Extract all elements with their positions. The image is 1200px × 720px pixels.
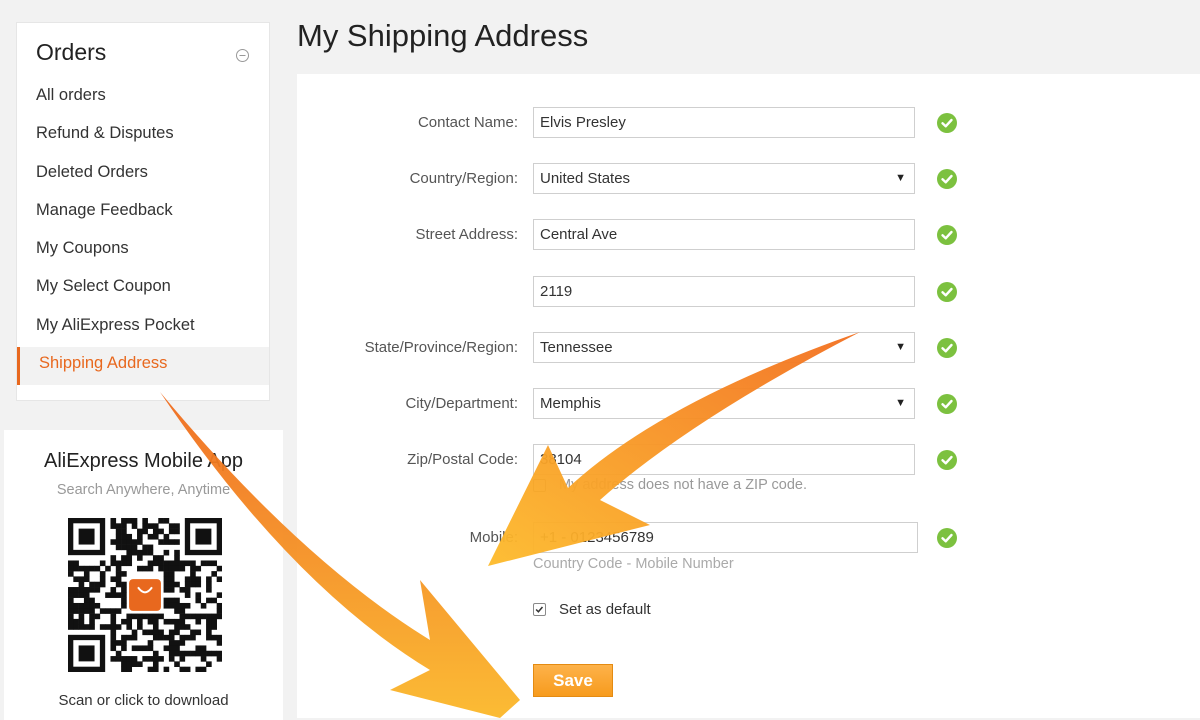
dropdown-caret-icon: ▼ [895, 341, 906, 353]
street-label: Street Address: [415, 226, 518, 243]
check-circle-icon [937, 338, 957, 358]
state-value: Tennessee [540, 339, 613, 356]
street-row: Street Address: Central Ave [297, 219, 1200, 251]
check-circle-icon [937, 528, 957, 548]
set-default-label: Set as default [559, 601, 651, 618]
contact-name-label: Contact Name: [417, 114, 518, 131]
state-label: State/Province/Region: [364, 339, 518, 356]
city-row: City/Department: Memphis ▼ [297, 388, 1200, 420]
sidebar-item-all-orders[interactable]: All orders [17, 79, 269, 117]
sidebar-title: Orders [36, 39, 107, 65]
check-circle-icon [937, 113, 957, 133]
page-title: My Shipping Address [297, 18, 589, 53]
check-circle-icon [937, 450, 957, 470]
country-select[interactable]: United States ▼ [533, 163, 915, 194]
mobile-app-card: AliExpress Mobile App Search Anywhere, A… [4, 430, 283, 720]
country-label: Country/Region: [409, 170, 518, 187]
dropdown-caret-icon: ▼ [895, 172, 906, 184]
orders-menu: All orders Refund & Disputes Deleted Ord… [17, 79, 269, 386]
mobile-row: Mobile: +1 - 0123456789 [297, 522, 1200, 554]
city-value: Memphis [540, 395, 601, 412]
state-select[interactable]: Tennessee ▼ [533, 332, 915, 363]
save-button[interactable]: Save [533, 664, 613, 697]
orders-sidebar: Orders All orders Refund & Disputes Dele… [16, 22, 270, 401]
address-form-panel: Contact Name: Elvis Presley Country/Regi… [297, 74, 1200, 718]
checkmark-icon [535, 606, 544, 613]
check-circle-icon [937, 225, 957, 245]
aliexpress-logo-icon [129, 579, 161, 611]
no-zip-label: My address does not have a ZIP code. [559, 477, 807, 493]
collapse-icon[interactable] [236, 49, 249, 62]
city-label: City/Department: [405, 395, 518, 412]
mobile-hint: Country Code - Mobile Number [533, 556, 734, 572]
check-circle-icon [937, 169, 957, 189]
contact-name-row: Contact Name: Elvis Presley [297, 107, 1200, 139]
contact-name-input[interactable]: Elvis Presley [533, 107, 915, 138]
sidebar-item-aliexpress-pocket[interactable]: My AliExpress Pocket [17, 309, 269, 347]
sidebar-item-deleted-orders[interactable]: Deleted Orders [17, 156, 269, 194]
sidebar-item-manage-feedback[interactable]: Manage Feedback [17, 194, 269, 232]
sidebar-item-my-coupons[interactable]: My Coupons [17, 232, 269, 270]
no-zip-checkbox[interactable] [533, 479, 546, 492]
zip-label: Zip/Postal Code: [407, 451, 518, 468]
country-value: United States [540, 170, 631, 187]
app-download-link[interactable]: Scan or click to download [4, 692, 283, 709]
sidebar-item-my-select-coupon[interactable]: My Select Coupon [17, 270, 269, 308]
sidebar-item-shipping-address[interactable]: Shipping Address [17, 347, 269, 386]
check-circle-icon [937, 282, 957, 302]
state-row: State/Province/Region: Tennessee ▼ [297, 332, 1200, 364]
check-circle-icon [937, 394, 957, 414]
country-row: Country/Region: United States ▼ [297, 163, 1200, 195]
sidebar-item-refund-disputes[interactable]: Refund & Disputes [17, 117, 269, 155]
set-default-checkbox[interactable] [533, 603, 546, 616]
dropdown-caret-icon: ▼ [895, 397, 906, 409]
app-subtitle: Search Anywhere, Anytime [56, 482, 231, 498]
app-title: AliExpress Mobile App [44, 450, 243, 472]
city-select[interactable]: Memphis ▼ [533, 388, 915, 419]
zip-input[interactable]: 38104 [533, 444, 915, 475]
street2-input[interactable]: 2119 [533, 276, 915, 307]
street2-row: 2119 [297, 276, 1200, 308]
qr-code-icon[interactable] [68, 518, 222, 672]
street-input[interactable]: Central Ave [533, 219, 915, 250]
zip-row: Zip/Postal Code: 38104 [297, 444, 1200, 476]
mobile-label: Mobile: [469, 529, 518, 546]
mobile-input[interactable]: +1 - 0123456789 [533, 522, 918, 553]
